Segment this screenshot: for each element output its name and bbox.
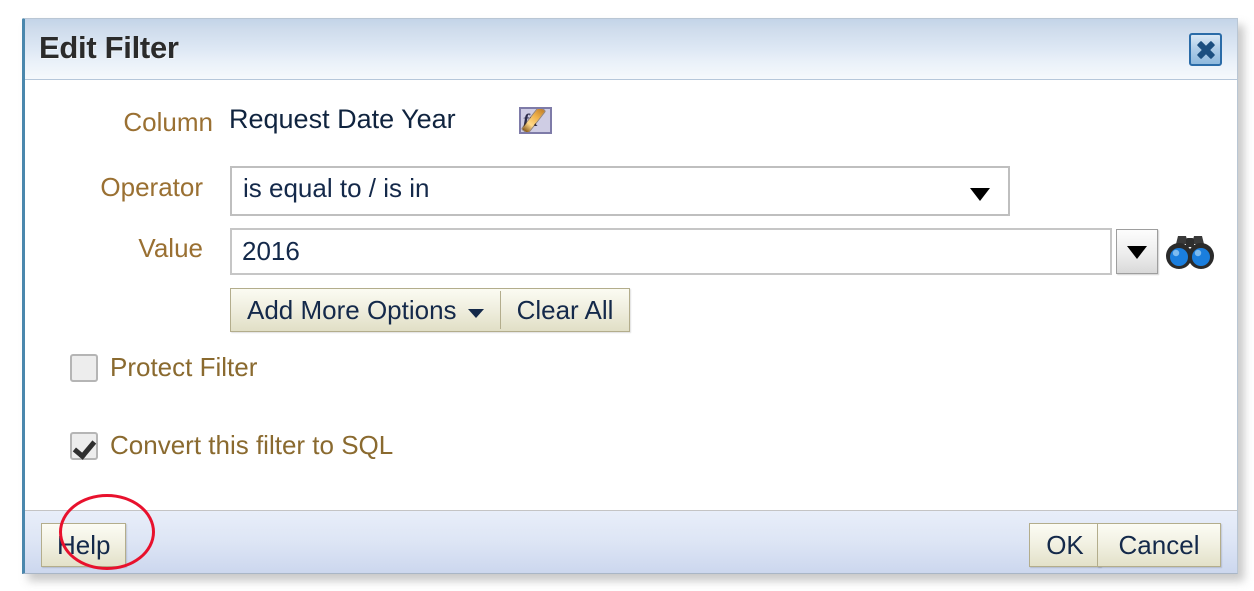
checkbox-box-checked [70,431,98,460]
cancel-button[interactable]: Cancel [1097,523,1221,567]
clear-all-button[interactable]: Clear All [501,289,630,331]
column-label: Column [123,107,213,137]
checkbox-box [70,353,98,382]
help-label: Help [57,529,111,560]
protect-filter-label: Protect Filter [110,352,258,382]
close-x-glyph [1191,35,1220,64]
convert-to-sql-label: Convert this filter to SQL [110,430,394,460]
chevron-down-icon [467,308,484,318]
edit-filter-dialog: Edit Filter Column Request Date Year fx … [22,18,1238,574]
dialog-titlebar: Edit Filter [25,19,1237,80]
operator-row: Operator is equal to / is in [25,166,1237,216]
binoculars-icon[interactable] [1164,232,1216,272]
add-more-options-label: Add More Options [247,294,457,325]
protect-filter-row: Protect Filter [25,352,1237,396]
protect-filter-checkbox[interactable]: Protect Filter [70,352,257,383]
dialog-body: Column Request Date Year fx Operator is … [25,80,1237,570]
filter-options-row: Add More Options Clear All [25,288,1237,332]
value-input[interactable] [230,228,1112,275]
cancel-label: Cancel [1118,529,1200,560]
column-value: Request Date Year [229,104,456,134]
clear-all-label: Clear All [516,294,614,325]
operator-select[interactable]: is equal to / is in [230,166,1010,216]
fx-edit-icon[interactable]: fx [519,107,552,134]
help-button[interactable]: Help [41,523,127,567]
chevron-down-icon [1127,245,1147,259]
dialog-footer: Help OK Cancel [25,510,1237,573]
ok-button[interactable]: OK [1029,523,1101,567]
operator-selected-value: is equal to / is in [243,173,430,203]
ok-label: OK [1046,529,1084,560]
value-dropdown-button[interactable] [1116,229,1158,274]
close-icon[interactable] [1189,33,1222,66]
chevron-down-icon [970,188,990,201]
operator-label: Operator [100,172,203,202]
add-more-options-button[interactable]: Add More Options [231,289,500,331]
convert-to-sql-row: Convert this filter to SQL [25,430,1237,474]
dialog-title: Edit Filter [39,30,179,65]
convert-to-sql-checkbox[interactable]: Convert this filter to SQL [70,430,393,461]
value-label: Value [138,233,203,263]
value-row: Value [25,228,1237,278]
filter-options-button-group: Add More Options Clear All [230,288,631,332]
column-row: Column Request Date Year fx [25,101,1237,151]
